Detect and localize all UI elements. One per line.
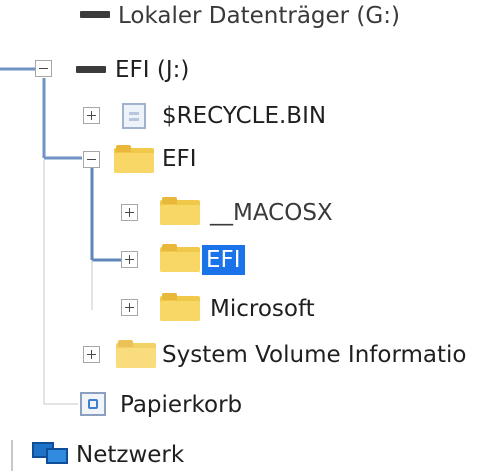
tree-item-label: $RECYCLE.BIN bbox=[162, 103, 327, 129]
tree-item-label: EFI (J:) bbox=[115, 57, 190, 83]
expand-icon[interactable] bbox=[83, 107, 100, 124]
tree-item-label: System Volume Informatio bbox=[162, 342, 467, 368]
recycle-bin-icon bbox=[80, 392, 106, 416]
folder-icon bbox=[160, 293, 200, 321]
tree-item-papierkorb[interactable]: Papierkorb bbox=[0, 381, 483, 427]
expand-icon[interactable] bbox=[121, 204, 138, 221]
tree-item-recycle-bin[interactable]: $RECYCLE.BIN bbox=[0, 95, 483, 141]
folder-icon bbox=[160, 197, 200, 225]
tree-item-system-volume-information[interactable]: System Volume Informatio bbox=[0, 332, 483, 378]
tree-item-label: Papierkorb bbox=[120, 392, 243, 418]
folder-icon bbox=[160, 244, 200, 272]
drive-icon bbox=[80, 11, 110, 18]
tree-item-efi-subfolder[interactable]: EFI bbox=[0, 236, 483, 282]
expand-icon[interactable] bbox=[121, 299, 138, 316]
collapse-icon[interactable] bbox=[35, 60, 52, 77]
tree-item-label: __MACOSX bbox=[210, 200, 333, 226]
collapse-icon[interactable] bbox=[83, 151, 100, 168]
tree-item-network[interactable]: Netzwerk bbox=[0, 428, 483, 471]
tree-item-macosx[interactable]: __MACOSX bbox=[0, 189, 483, 235]
tree-item-efi-folder[interactable]: EFI bbox=[0, 139, 483, 185]
network-icon bbox=[32, 438, 70, 466]
system-folder-icon bbox=[122, 103, 146, 129]
tree-item-microsoft[interactable]: Microsoft bbox=[0, 285, 483, 331]
tree-item-drive-g[interactable]: Lokaler Datenträger (G:) bbox=[0, 0, 483, 46]
tree-item-label: Microsoft bbox=[210, 296, 315, 322]
tree-item-label-selected: EFI bbox=[202, 245, 245, 275]
navigation-tree: Lokaler Datenträger (G:) EFI (J:) $RECYC… bbox=[0, 0, 483, 471]
folder-icon bbox=[114, 145, 154, 173]
tree-item-label: Netzwerk bbox=[76, 442, 185, 468]
tree-item-label: EFI bbox=[162, 146, 197, 172]
expand-icon[interactable] bbox=[121, 251, 138, 268]
expand-icon[interactable] bbox=[83, 346, 100, 363]
folder-icon bbox=[116, 340, 156, 368]
tree-item-drive-efi[interactable]: EFI (J:) bbox=[0, 46, 483, 92]
tree-item-label: Lokaler Datenträger (G:) bbox=[118, 3, 400, 29]
drive-icon bbox=[76, 66, 106, 73]
